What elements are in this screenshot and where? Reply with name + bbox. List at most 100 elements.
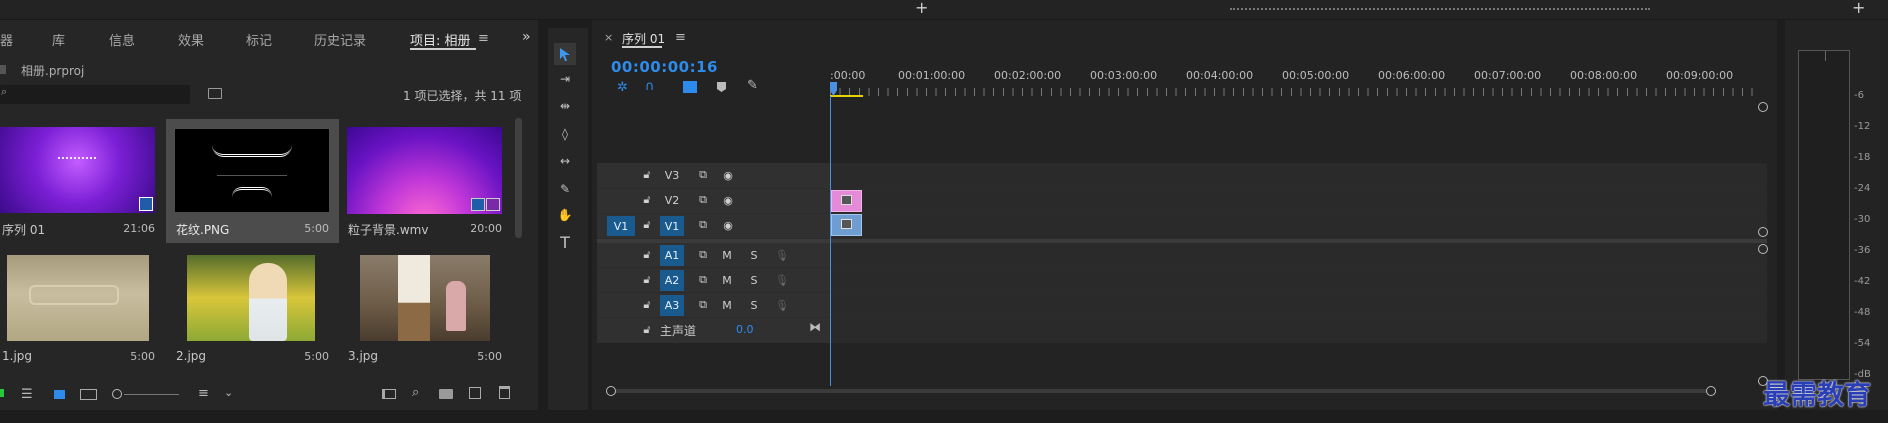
horizontal-zoom-scrollbar[interactable] (606, 389, 1716, 393)
clip-v2[interactable] (831, 190, 862, 212)
eye-icon[interactable]: ◉ (720, 218, 736, 232)
panel-menu-icon-timeline[interactable]: ≡ (675, 30, 686, 45)
lock-icon[interactable]: 🔓︎ (640, 218, 654, 232)
microphone-icon[interactable]: 🎙︎ (775, 273, 789, 287)
sync-lock-icon[interactable]: ⧉ (695, 193, 711, 207)
add-icon-right[interactable]: + (1852, 0, 1865, 17)
mute-button[interactable]: M (720, 248, 734, 262)
add-icon[interactable]: + (915, 0, 928, 17)
clip-v1[interactable] (831, 214, 862, 236)
image-clip-icon (841, 219, 852, 229)
hand-tool[interactable]: ✋ (554, 204, 576, 226)
chevron-down-icon[interactable]: ⌄ (224, 386, 233, 399)
search-input[interactable]: ⌕ (0, 85, 190, 104)
thumb-image-1[interactable] (7, 255, 149, 341)
lock-icon[interactable]: 🔓︎ (640, 168, 654, 182)
sync-lock-icon[interactable]: ⧉ (695, 298, 711, 312)
linked-selection-icon[interactable]: ∩ (645, 79, 655, 94)
add-marker-icon[interactable] (683, 81, 697, 93)
timecode-display[interactable]: 00:00:00:16 (611, 58, 718, 76)
new-item-icon[interactable] (469, 387, 481, 399)
ruler-label: 00:07:00:00 (1474, 69, 1542, 82)
automate-icon[interactable] (382, 389, 396, 399)
search-field[interactable] (14, 87, 184, 102)
vertical-scroll-handle[interactable] (1758, 227, 1768, 237)
ripple-edit-tool[interactable]: ⇹ (554, 95, 576, 117)
thumb-pattern[interactable] (175, 129, 329, 212)
lock-icon[interactable]: 🔓︎ (640, 323, 654, 337)
new-bin-icon[interactable] (439, 389, 453, 399)
tab-history[interactable]: 历史记录 (314, 30, 366, 49)
lock-icon[interactable]: 🔓︎ (640, 248, 654, 262)
slip-tool[interactable]: ↔ (554, 150, 576, 172)
microphone-icon[interactable]: 🎙︎ (775, 298, 789, 312)
track-label-a3[interactable]: A3 (660, 295, 684, 316)
close-icon[interactable]: × (604, 31, 613, 44)
transport-controls[interactable] (1230, 2, 1650, 10)
type-tool[interactable]: T (554, 231, 576, 253)
sync-lock-icon[interactable]: ⧉ (695, 248, 711, 262)
thumb-image-3[interactable] (360, 255, 490, 341)
go-to-in-out-icon[interactable]: ⧓ (809, 320, 821, 334)
track-label-a2[interactable]: A2 (660, 270, 684, 291)
sequence-tab[interactable]: 序列 01 (622, 30, 665, 47)
zoom-slider-knob[interactable] (112, 389, 122, 399)
panel-menu-icon[interactable]: ≡ (478, 31, 489, 46)
work-area-bar[interactable] (830, 95, 863, 97)
divider-line (217, 175, 287, 176)
source-patch-v1[interactable]: V1 (607, 216, 635, 236)
solo-button[interactable]: S (747, 248, 761, 262)
item-name: 3.jpg (348, 349, 379, 363)
tab-effects[interactable]: 效果 (178, 30, 204, 49)
track-label-v1[interactable]: V1 (660, 216, 684, 236)
overflow-icon[interactable]: » (522, 29, 531, 45)
mute-button[interactable]: M (720, 273, 734, 287)
eye-icon[interactable]: ◉ (720, 193, 736, 207)
solo-button[interactable]: S (747, 273, 761, 287)
selection-status: 1 项已选择，共 11 项 (403, 89, 522, 103)
master-volume[interactable]: 0.0 (736, 323, 754, 336)
thumb-sequence[interactable] (0, 127, 155, 213)
freeform-view-icon[interactable] (80, 389, 97, 400)
track-select-tool[interactable]: ⇥ (554, 68, 576, 90)
thumb-image-2[interactable] (187, 255, 315, 341)
find-icon[interactable] (208, 88, 222, 99)
microphone-icon[interactable]: 🎙︎ (775, 248, 789, 262)
thumb-particles[interactable] (347, 127, 502, 214)
find-icon-bottom[interactable]: ⌕ (412, 385, 419, 400)
list-view-icon[interactable]: ☰ (21, 387, 33, 402)
scroll-handle-right[interactable] (1706, 386, 1716, 396)
zoom-slider[interactable] (112, 389, 182, 399)
lock-icon[interactable]: 🔓︎ (640, 193, 654, 207)
track-label-v2[interactable]: V2 (660, 191, 684, 210)
mute-button[interactable]: M (720, 298, 734, 312)
eye-icon[interactable]: ◉ (720, 168, 736, 182)
snap-icon[interactable]: ✲ (617, 80, 628, 95)
sync-lock-icon[interactable]: ⧉ (695, 218, 711, 232)
sort-icon[interactable]: ≡ (198, 386, 209, 401)
pen-tool[interactable]: ✎ (554, 178, 576, 200)
razor-tool[interactable]: ◊ (554, 123, 576, 145)
tab-library[interactable]: 库 (52, 30, 65, 49)
lock-icon[interactable]: 🔓︎ (640, 298, 654, 312)
scroll-handle-left[interactable] (606, 386, 616, 396)
project-scrollbar[interactable] (515, 118, 522, 238)
tab-project[interactable]: 项目: 相册 (410, 30, 471, 49)
lock-icon[interactable]: 🔓︎ (640, 273, 654, 287)
trash-icon[interactable] (499, 386, 510, 399)
solo-button[interactable]: S (747, 298, 761, 312)
sync-lock-icon[interactable]: ⧉ (695, 273, 711, 287)
track-label-v3[interactable]: V3 (660, 166, 684, 185)
icon-view-icon[interactable] (54, 390, 65, 399)
tab-info[interactable]: 信息 (109, 30, 135, 49)
tab-effects-controls[interactable]: 器 (0, 30, 13, 49)
wrench-icon[interactable]: ✎ (747, 78, 758, 93)
tab-markers[interactable]: 标记 (246, 30, 272, 49)
vertical-scroll-handle[interactable] (1758, 244, 1768, 254)
track-label-a1[interactable]: A1 (660, 245, 684, 266)
ruler-label: 00:09:00:00 (1666, 69, 1734, 82)
vertical-scroll-handle[interactable] (1758, 102, 1768, 112)
selection-tool[interactable] (554, 43, 576, 65)
sync-lock-icon[interactable]: ⧉ (695, 168, 711, 182)
project-file-name: 相册.prproj (21, 64, 85, 78)
